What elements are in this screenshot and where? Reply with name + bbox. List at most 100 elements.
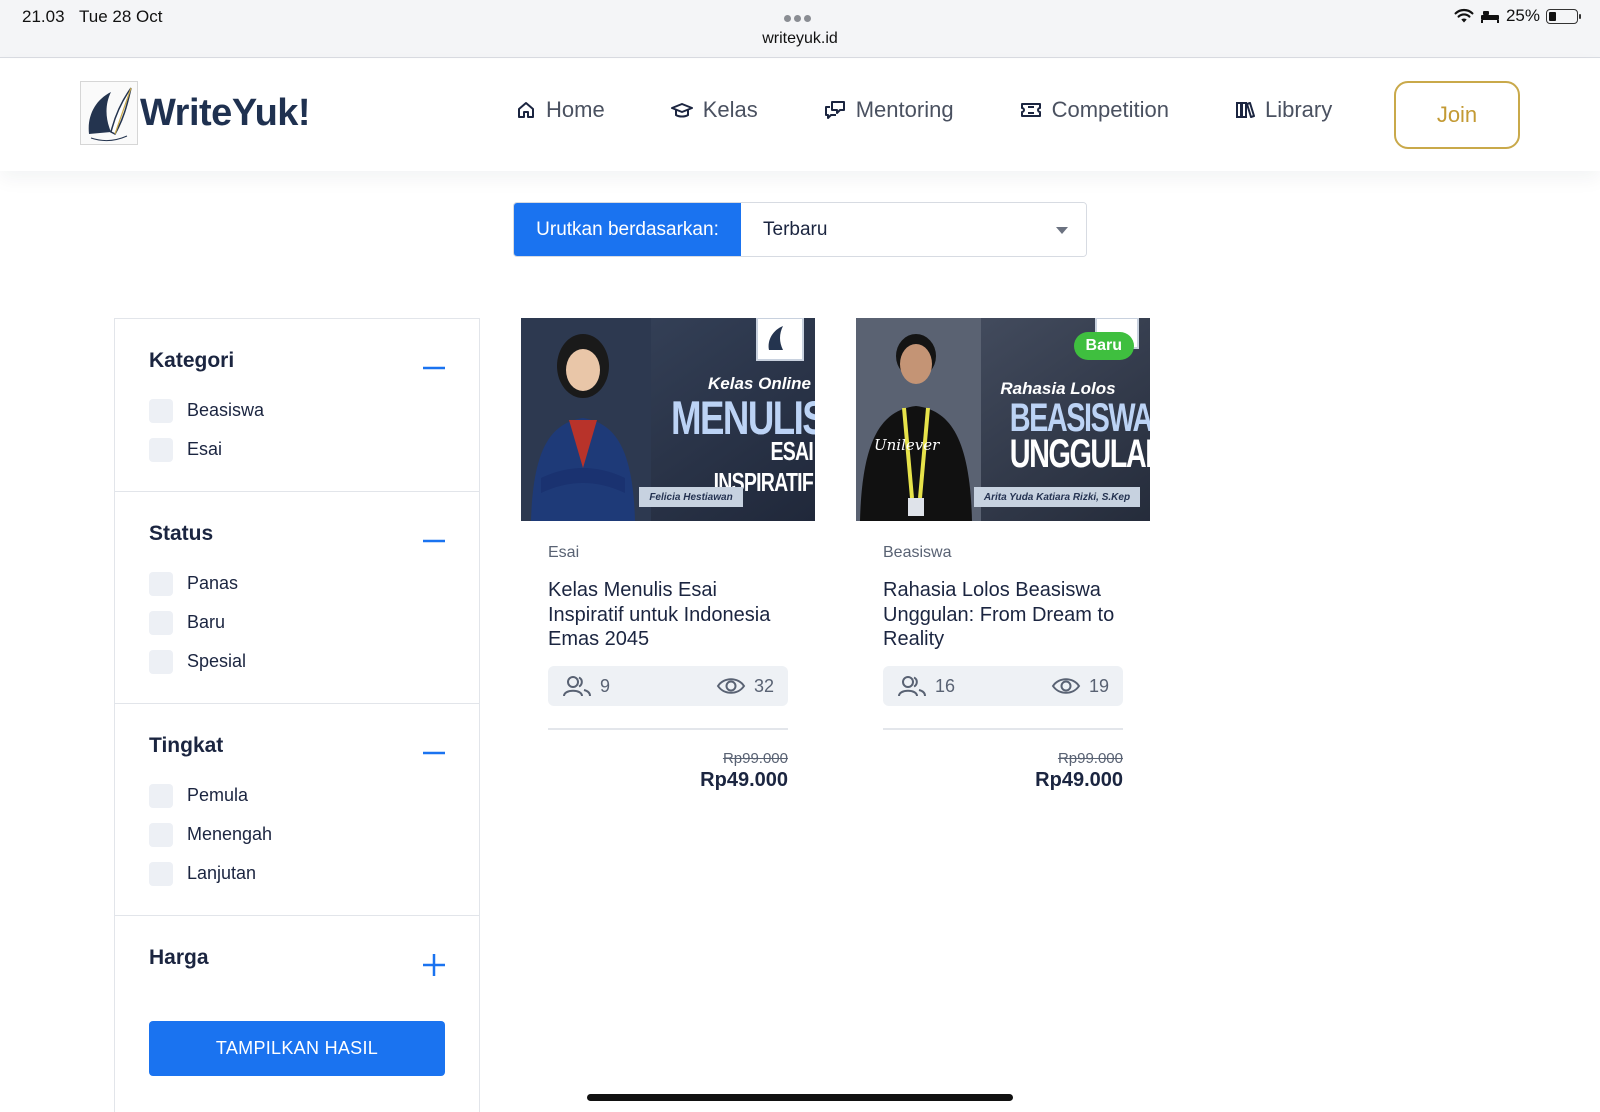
filter-option-label: Spesial <box>187 651 247 671</box>
checkbox[interactable] <box>149 783 173 808</box>
minus-icon[interactable] <box>423 742 445 764</box>
join-button[interactable]: Join <box>1394 81 1520 149</box>
checkbox[interactable] <box>149 571 173 596</box>
course-thumbnail[interactable]: Unilever Baru Rahasia Lolos BEASISWA UNG… <box>856 318 1150 521</box>
books-icon <box>1235 102 1255 118</box>
nav-competition-label: Competition <box>1051 97 1169 122</box>
filter-section-status: Status Panas Baru Spesial <box>115 492 479 704</box>
original-price: Rp99.000 <box>722 750 788 767</box>
eye-icon <box>1051 678 1081 694</box>
filter-option-label: Beasiswa <box>187 400 265 420</box>
participants-count: 16 <box>935 675 956 696</box>
filter-option-beasiswa[interactable]: Beasiswa <box>149 391 445 430</box>
banner-author: Arita Yuda Katiara Rizki, S.Kep <box>974 487 1140 507</box>
filter-option-label: Lanjutan <box>187 863 257 883</box>
participants-stat: 9 <box>562 675 610 697</box>
course-card[interactable]: Unilever Baru Rahasia Lolos BEASISWA UNG… <box>856 318 1150 792</box>
status-badge: Baru <box>1073 332 1134 360</box>
checkbox[interactable] <box>149 437 173 462</box>
status-indicators: 25% <box>1454 6 1581 26</box>
card-category: Beasiswa <box>883 544 952 561</box>
wifi-icon <box>1454 8 1474 23</box>
views-stat: 19 <box>1051 676 1109 697</box>
chat-bubbles-icon <box>824 101 845 119</box>
filter-section-kategori: Kategori Beasiswa Esai <box>115 319 479 492</box>
card-title[interactable]: Rahasia Lolos Beasiswa Unggulan: From Dr… <box>883 578 1123 652</box>
sleep-bed-icon <box>1480 11 1499 23</box>
filter-option-lanjutan[interactable]: Lanjutan <box>149 854 445 893</box>
nav-kelas[interactable]: Kelas <box>670 97 758 123</box>
filter-title-tingkat: Tingkat <box>149 734 224 757</box>
minus-icon[interactable] <box>423 530 445 552</box>
card-stats: 9 32 <box>548 666 788 706</box>
card-body: Beasiswa Rahasia Lolos Beasiswa Unggulan… <box>856 544 1150 792</box>
nav-library[interactable]: Library <box>1235 97 1332 123</box>
filter-option-esai[interactable]: Esai <box>149 430 445 469</box>
sort-select[interactable]: Terbaru <box>741 203 1086 256</box>
filter-option-pemula[interactable]: Pemula <box>149 776 445 815</box>
graduation-cap-icon <box>670 103 693 118</box>
nav-competition[interactable]: Competition <box>1020 97 1169 123</box>
nav-mentoring[interactable]: Mentoring <box>824 97 954 123</box>
nav-kelas-label: Kelas <box>702 97 758 122</box>
users-icon <box>563 676 591 697</box>
filter-option-spesial[interactable]: Spesial <box>149 642 445 681</box>
users-icon <box>898 676 926 697</box>
minus-icon[interactable] <box>423 357 445 379</box>
card-divider <box>883 728 1123 730</box>
filter-option-label: Menengah <box>187 824 273 844</box>
filter-option-menengah[interactable]: Menengah <box>149 815 445 854</box>
sort-label: Urutkan berdasarkan: <box>514 203 741 256</box>
multitasking-dots-icon[interactable] <box>784 9 816 23</box>
original-price: Rp99.000 <box>1057 750 1123 767</box>
checkbox[interactable] <box>149 398 173 423</box>
course-thumbnail[interactable]: Kelas Online MENULIS ESAI INSPIRATIF Fel… <box>521 318 815 521</box>
home-icon <box>518 102 534 118</box>
status-time: 21.03 <box>22 7 65 26</box>
nav-mentoring-label: Mentoring <box>855 97 954 122</box>
nav-home-label: Home <box>546 97 605 122</box>
status-bar: 21.03 Tue 28 Oct writeyuk.id 25% <box>0 0 1600 58</box>
address-bar-url[interactable]: writeyuk.id <box>0 30 1600 48</box>
card-body: Esai Kelas Menulis Esai Inspiratif untuk… <box>521 544 815 792</box>
filter-option-label: Baru <box>187 612 226 632</box>
filter-section-harga: Harga <box>115 916 479 1006</box>
filter-option-panas[interactable]: Panas <box>149 564 445 603</box>
svg-text:Unilever: Unilever <box>874 436 940 454</box>
filter-title-kategori: Kategori <box>149 349 235 372</box>
filter-option-baru[interactable]: Baru <box>149 603 445 642</box>
eye-icon <box>716 678 746 694</box>
banner-author: Felicia Hestiawan <box>639 487 743 507</box>
checkbox[interactable] <box>149 861 173 886</box>
card-stats: 16 19 <box>883 666 1123 706</box>
logo[interactable]: WriteYuk! <box>80 81 311 145</box>
quill-logo-icon <box>80 81 138 145</box>
home-indicator[interactable] <box>587 1094 1013 1101</box>
plus-icon[interactable] <box>423 954 445 976</box>
nav-home[interactable]: Home <box>516 97 605 123</box>
checkbox[interactable] <box>149 649 173 674</box>
checkbox[interactable] <box>149 610 173 635</box>
battery-icon <box>1546 8 1581 24</box>
filter-option-label: Pemula <box>187 785 249 805</box>
card-category: Esai <box>548 544 580 561</box>
sort-control: Urutkan berdasarkan: Terbaru <box>513 202 1087 257</box>
card-title[interactable]: Kelas Menulis Esai Inspiratif untuk Indo… <box>548 578 788 652</box>
checkbox[interactable] <box>149 822 173 847</box>
show-results-button[interactable]: TAMPILKAN HASIL <box>149 1021 445 1076</box>
battery-percent: 25% <box>1505 6 1540 25</box>
filter-option-label: Esai <box>187 439 223 459</box>
participants-count: 9 <box>600 675 611 696</box>
filter-title-status: Status <box>149 522 214 545</box>
banner-line-3: UNGGULAN <box>1009 432 1150 476</box>
views-count: 32 <box>753 675 774 696</box>
filter-section-tingkat: Tingkat Pemula Menengah Lanjutan <box>115 704 479 916</box>
discount-price: Rp49.000 <box>700 769 788 791</box>
sort-selected-value: Terbaru <box>763 218 828 240</box>
status-date: Tue 28 Oct <box>79 7 163 26</box>
main-nav: Home Kelas Mentoring Competition Library <box>516 97 1398 123</box>
filter-title-harga: Harga <box>149 946 209 969</box>
logo-text: WriteYuk! <box>140 91 311 134</box>
course-card[interactable]: Kelas Online MENULIS ESAI INSPIRATIF Fel… <box>521 318 815 792</box>
ticket-icon <box>1020 103 1041 117</box>
